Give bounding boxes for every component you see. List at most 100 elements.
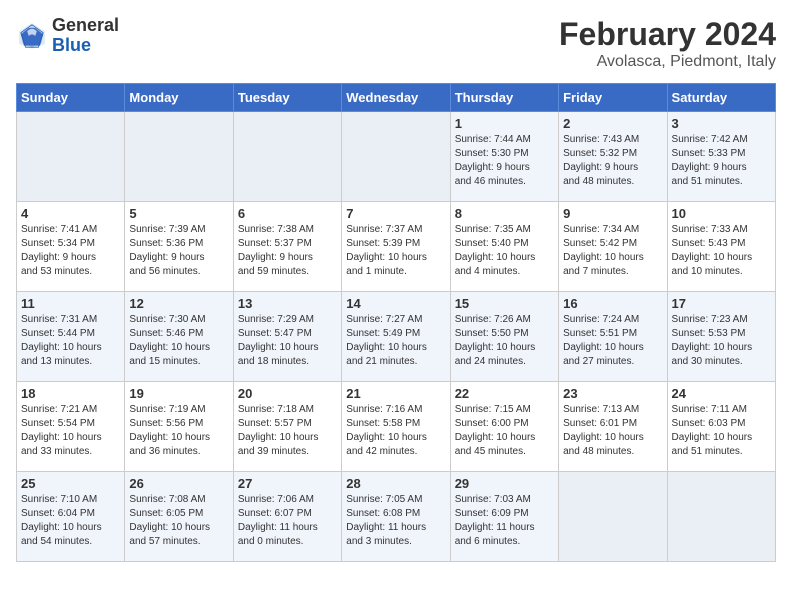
- calendar-day-cell: 14 Sunrise: 7:27 AM Sunset: 5:49 PM Dayli…: [342, 292, 450, 382]
- weekday-header-thursday: Thursday: [450, 84, 558, 112]
- calendar-day-cell: 20 Sunrise: 7:18 AM Sunset: 5:57 PM Dayli…: [233, 382, 341, 472]
- calendar-week-row: 4Sunrise: 7:41 AM Sunset: 5:34 PM Daylig…: [17, 202, 776, 292]
- day-number: 28: [346, 476, 445, 491]
- calendar-day-cell: 11 Sunrise: 7:31 AM Sunset: 5:44 PM Dayli…: [17, 292, 125, 382]
- day-info: Sunrise: 7:18 AM Sunset: 5:57 PM Dayligh…: [238, 403, 337, 459]
- day-number: 4: [21, 206, 120, 221]
- calendar-header-row: SundayMondayTuesdayWednesdayThursdayFrid…: [17, 84, 776, 112]
- calendar-day-cell: [559, 472, 667, 562]
- calendar-day-cell: 23 Sunrise: 7:13 AM Sunset: 6:01 PM Dayli…: [559, 382, 667, 472]
- day-number: 16: [563, 296, 662, 311]
- calendar-day-cell: [125, 112, 233, 202]
- day-number: 8: [455, 206, 554, 221]
- weekday-header-sunday: Sunday: [17, 84, 125, 112]
- location: Avolasca, Piedmont, Italy: [559, 53, 776, 71]
- day-info: Sunrise: 7:19 AM Sunset: 5:56 PM Dayligh…: [129, 403, 228, 459]
- day-info: Sunrise: 7:44 AM Sunset: 5:30 PM Dayligh…: [455, 133, 554, 189]
- calendar-day-cell: 8 Sunrise: 7:35 AM Sunset: 5:40 PM Daylig…: [450, 202, 558, 292]
- calendar-day-cell: 19 Sunrise: 7:19 AM Sunset: 5:56 PM Dayli…: [125, 382, 233, 472]
- day-number: 1: [455, 116, 554, 131]
- day-number: 11: [21, 296, 120, 311]
- day-number: 19: [129, 386, 228, 401]
- month-title: February 2024: [559, 16, 776, 53]
- day-info: Sunrise: 7:06 AM Sunset: 6:07 PM Dayligh…: [238, 493, 337, 549]
- day-info: Sunrise: 7:10 AM Sunset: 6:04 PM Dayligh…: [21, 493, 120, 549]
- day-info: Sunrise: 7:38 AM Sunset: 5:37 PM Dayligh…: [238, 223, 337, 279]
- day-number: 18: [21, 386, 120, 401]
- day-info: Sunrise: 7:21 AM Sunset: 5:54 PM Dayligh…: [21, 403, 120, 459]
- weekday-header-monday: Monday: [125, 84, 233, 112]
- calendar-day-cell: 28 Sunrise: 7:05 AM Sunset: 6:08 PM Dayli…: [342, 472, 450, 562]
- logo: General Blue: [16, 16, 119, 56]
- calendar-day-cell: 10 Sunrise: 7:33 AM Sunset: 5:43 PM Dayli…: [667, 202, 775, 292]
- calendar-day-cell: [667, 472, 775, 562]
- calendar-day-cell: 3Sunrise: 7:42 AM Sunset: 5:33 PM Daylig…: [667, 112, 775, 202]
- weekday-header-friday: Friday: [559, 84, 667, 112]
- day-number: 9: [563, 206, 662, 221]
- calendar-day-cell: 27 Sunrise: 7:06 AM Sunset: 6:07 PM Dayli…: [233, 472, 341, 562]
- day-info: Sunrise: 7:15 AM Sunset: 6:00 PM Dayligh…: [455, 403, 554, 459]
- calendar-day-cell: 18 Sunrise: 7:21 AM Sunset: 5:54 PM Dayli…: [17, 382, 125, 472]
- calendar-day-cell: 29 Sunrise: 7:03 AM Sunset: 6:09 PM Dayli…: [450, 472, 558, 562]
- day-number: 29: [455, 476, 554, 491]
- day-info: Sunrise: 7:11 AM Sunset: 6:03 PM Dayligh…: [672, 403, 771, 459]
- calendar-week-row: 1 Sunrise: 7:44 AM Sunset: 5:30 PM Daylig…: [17, 112, 776, 202]
- day-info: Sunrise: 7:03 AM Sunset: 6:09 PM Dayligh…: [455, 493, 554, 549]
- calendar-day-cell: 25 Sunrise: 7:10 AM Sunset: 6:04 PM Dayli…: [17, 472, 125, 562]
- day-info: Sunrise: 7:37 AM Sunset: 5:39 PM Dayligh…: [346, 223, 445, 279]
- calendar-day-cell: 5 Sunrise: 7:39 AM Sunset: 5:36 PM Daylig…: [125, 202, 233, 292]
- day-info: Sunrise: 7:39 AM Sunset: 5:36 PM Dayligh…: [129, 223, 228, 279]
- calendar-day-cell: [233, 112, 341, 202]
- day-info: Sunrise: 7:33 AM Sunset: 5:43 PM Dayligh…: [672, 223, 771, 279]
- day-number: 13: [238, 296, 337, 311]
- day-number: 25: [21, 476, 120, 491]
- day-number: 22: [455, 386, 554, 401]
- calendar-day-cell: 6 Sunrise: 7:38 AM Sunset: 5:37 PM Daylig…: [233, 202, 341, 292]
- day-number: 14: [346, 296, 445, 311]
- day-info: Sunrise: 7:35 AM Sunset: 5:40 PM Dayligh…: [455, 223, 554, 279]
- calendar-day-cell: [342, 112, 450, 202]
- weekday-header-saturday: Saturday: [667, 84, 775, 112]
- calendar-day-cell: 26 Sunrise: 7:08 AM Sunset: 6:05 PM Dayli…: [125, 472, 233, 562]
- day-number: 20: [238, 386, 337, 401]
- calendar-week-row: 18 Sunrise: 7:21 AM Sunset: 5:54 PM Dayli…: [17, 382, 776, 472]
- page-header: General Blue February 2024 Avolasca, Pie…: [16, 16, 776, 71]
- day-number: 2: [563, 116, 662, 131]
- day-number: 7: [346, 206, 445, 221]
- calendar-day-cell: 17 Sunrise: 7:23 AM Sunset: 5:53 PM Dayli…: [667, 292, 775, 382]
- day-number: 24: [672, 386, 771, 401]
- weekday-header-tuesday: Tuesday: [233, 84, 341, 112]
- day-info: Sunrise: 7:08 AM Sunset: 6:05 PM Dayligh…: [129, 493, 228, 549]
- calendar-day-cell: [17, 112, 125, 202]
- day-number: 6: [238, 206, 337, 221]
- logo-icon: [16, 20, 48, 52]
- day-info: Sunrise: 7:24 AM Sunset: 5:51 PM Dayligh…: [563, 313, 662, 369]
- day-info: Sunrise: 7:31 AM Sunset: 5:44 PM Dayligh…: [21, 313, 120, 369]
- day-number: 17: [672, 296, 771, 311]
- day-number: 27: [238, 476, 337, 491]
- day-number: 5: [129, 206, 228, 221]
- day-info: Sunrise: 7:13 AM Sunset: 6:01 PM Dayligh…: [563, 403, 662, 459]
- day-number: 21: [346, 386, 445, 401]
- day-info: Sunrise: 7:29 AM Sunset: 5:47 PM Dayligh…: [238, 313, 337, 369]
- day-number: 10: [672, 206, 771, 221]
- weekday-header-wednesday: Wednesday: [342, 84, 450, 112]
- day-info: Sunrise: 7:27 AM Sunset: 5:49 PM Dayligh…: [346, 313, 445, 369]
- calendar-week-row: 11 Sunrise: 7:31 AM Sunset: 5:44 PM Dayli…: [17, 292, 776, 382]
- calendar-day-cell: 21Sunrise: 7:16 AM Sunset: 5:58 PM Dayli…: [342, 382, 450, 472]
- calendar-day-cell: 7 Sunrise: 7:37 AM Sunset: 5:39 PM Daylig…: [342, 202, 450, 292]
- day-number: 26: [129, 476, 228, 491]
- day-info: Sunrise: 7:26 AM Sunset: 5:50 PM Dayligh…: [455, 313, 554, 369]
- day-info: Sunrise: 7:30 AM Sunset: 5:46 PM Dayligh…: [129, 313, 228, 369]
- day-number: 23: [563, 386, 662, 401]
- day-info: Sunrise: 7:23 AM Sunset: 5:53 PM Dayligh…: [672, 313, 771, 369]
- logo-text: General Blue: [52, 16, 119, 56]
- calendar-day-cell: 15Sunrise: 7:26 AM Sunset: 5:50 PM Dayli…: [450, 292, 558, 382]
- day-info: Sunrise: 7:34 AM Sunset: 5:42 PM Dayligh…: [563, 223, 662, 279]
- calendar: SundayMondayTuesdayWednesdayThursdayFrid…: [16, 83, 776, 562]
- calendar-day-cell: 22 Sunrise: 7:15 AM Sunset: 6:00 PM Dayli…: [450, 382, 558, 472]
- calendar-day-cell: 13 Sunrise: 7:29 AM Sunset: 5:47 PM Dayli…: [233, 292, 341, 382]
- day-info: Sunrise: 7:05 AM Sunset: 6:08 PM Dayligh…: [346, 493, 445, 549]
- calendar-day-cell: 2Sunrise: 7:43 AM Sunset: 5:32 PM Daylig…: [559, 112, 667, 202]
- calendar-day-cell: 9 Sunrise: 7:34 AM Sunset: 5:42 PM Daylig…: [559, 202, 667, 292]
